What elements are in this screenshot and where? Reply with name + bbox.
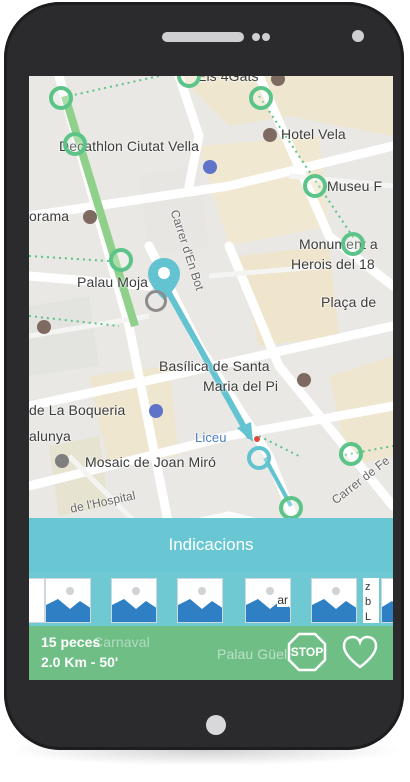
map-point-marker[interactable]	[279, 496, 303, 520]
image-placeholder-icon	[382, 579, 393, 622]
stop-label: STOP	[290, 645, 324, 659]
piece-thumbnail[interactable]: ar	[245, 578, 291, 623]
phone-sensor	[252, 33, 260, 41]
image-placeholder-icon	[46, 579, 90, 622]
map-label-basilica-2: Maria del Pi	[203, 378, 279, 394]
market-icon	[149, 404, 163, 418]
piece-thumbnail[interactable]	[177, 578, 223, 623]
map-point-marker[interactable]	[109, 248, 133, 272]
shopping-icon	[203, 160, 217, 174]
map-label-palau-moja: Palau Moja	[77, 274, 149, 290]
map-label-palau-guell: Palau Güell	[217, 646, 291, 662]
route-pieces-count: 15 peces	[41, 634, 101, 650]
map-point-marker[interactable]	[303, 174, 327, 198]
image-placeholder-icon	[178, 579, 222, 622]
phone-speaker	[162, 32, 244, 42]
map-point-marker[interactable]	[63, 132, 87, 156]
museum-icon	[37, 320, 51, 334]
map-label-hotel-vela: Hotel Vela	[281, 126, 346, 142]
map-label-basilica: Basílica de Santa	[159, 358, 270, 374]
map-point-marker[interactable]	[249, 86, 273, 110]
image-placeholder-icon	[312, 579, 356, 622]
location-ring-icon	[145, 290, 167, 312]
map-point-marker[interactable]	[49, 86, 73, 110]
hotel-icon	[263, 128, 277, 142]
poi-icon	[83, 210, 97, 224]
map-label-catalunya: alunya	[29, 428, 71, 444]
map-label-monument: Monument a	[299, 236, 378, 252]
directions-button[interactable]: Indicacions	[29, 518, 393, 572]
map-label-museu: Museu F	[327, 178, 383, 194]
stop-button[interactable]: STOP	[287, 632, 327, 672]
map-label-placa: Plaça de	[321, 294, 377, 310]
map-label-mosaic: Mosaic de Joan Miró	[85, 454, 217, 470]
image-placeholder-icon	[112, 579, 156, 622]
piece-thumbnail[interactable]	[45, 578, 91, 623]
home-button[interactable]	[206, 715, 226, 735]
map-label-liceu: Liceu	[195, 430, 227, 445]
map-point-marker[interactable]	[341, 232, 365, 256]
church-icon	[297, 373, 311, 387]
piece-thumbnail[interactable]	[381, 578, 393, 623]
piece-thumbnail[interactable]	[311, 578, 357, 623]
map-label-boqueria: de La Boqueria	[29, 402, 126, 418]
thumbnail-caption: ar	[277, 593, 288, 607]
map-label-carnaval: Carnaval	[93, 634, 150, 650]
poi-icon	[55, 454, 69, 468]
piece-thumbnail[interactable]	[29, 578, 45, 623]
piece-thumbnail[interactable]	[111, 578, 157, 623]
map-point-marker[interactable]	[339, 442, 363, 466]
map-label-herois: Herois del 18	[291, 256, 375, 272]
map-label-els-4gats: Els 4Gats	[197, 76, 259, 84]
piece-thumbnail-strip[interactable]: ar z b La	[29, 572, 393, 626]
map-label-panorama: orama	[29, 208, 70, 224]
phone-camera	[352, 30, 364, 42]
app-screen: Els 4Gats Hotel Vela Decathlon Ciutat Ve…	[29, 76, 393, 680]
route-info-bar: Carnaval Palau Güell 15 peces 2.0 Km - 5…	[29, 626, 393, 680]
map-point-marker[interactable]	[247, 446, 271, 470]
route-distance-time: 2.0 Km - 50'	[41, 654, 119, 670]
thumbnail-caption: z b La	[365, 581, 372, 623]
phone-sensor	[262, 33, 270, 41]
heart-icon[interactable]	[341, 634, 379, 670]
piece-thumbnail[interactable]: z b La	[363, 578, 379, 623]
directions-label: Indicacions	[168, 535, 254, 554]
